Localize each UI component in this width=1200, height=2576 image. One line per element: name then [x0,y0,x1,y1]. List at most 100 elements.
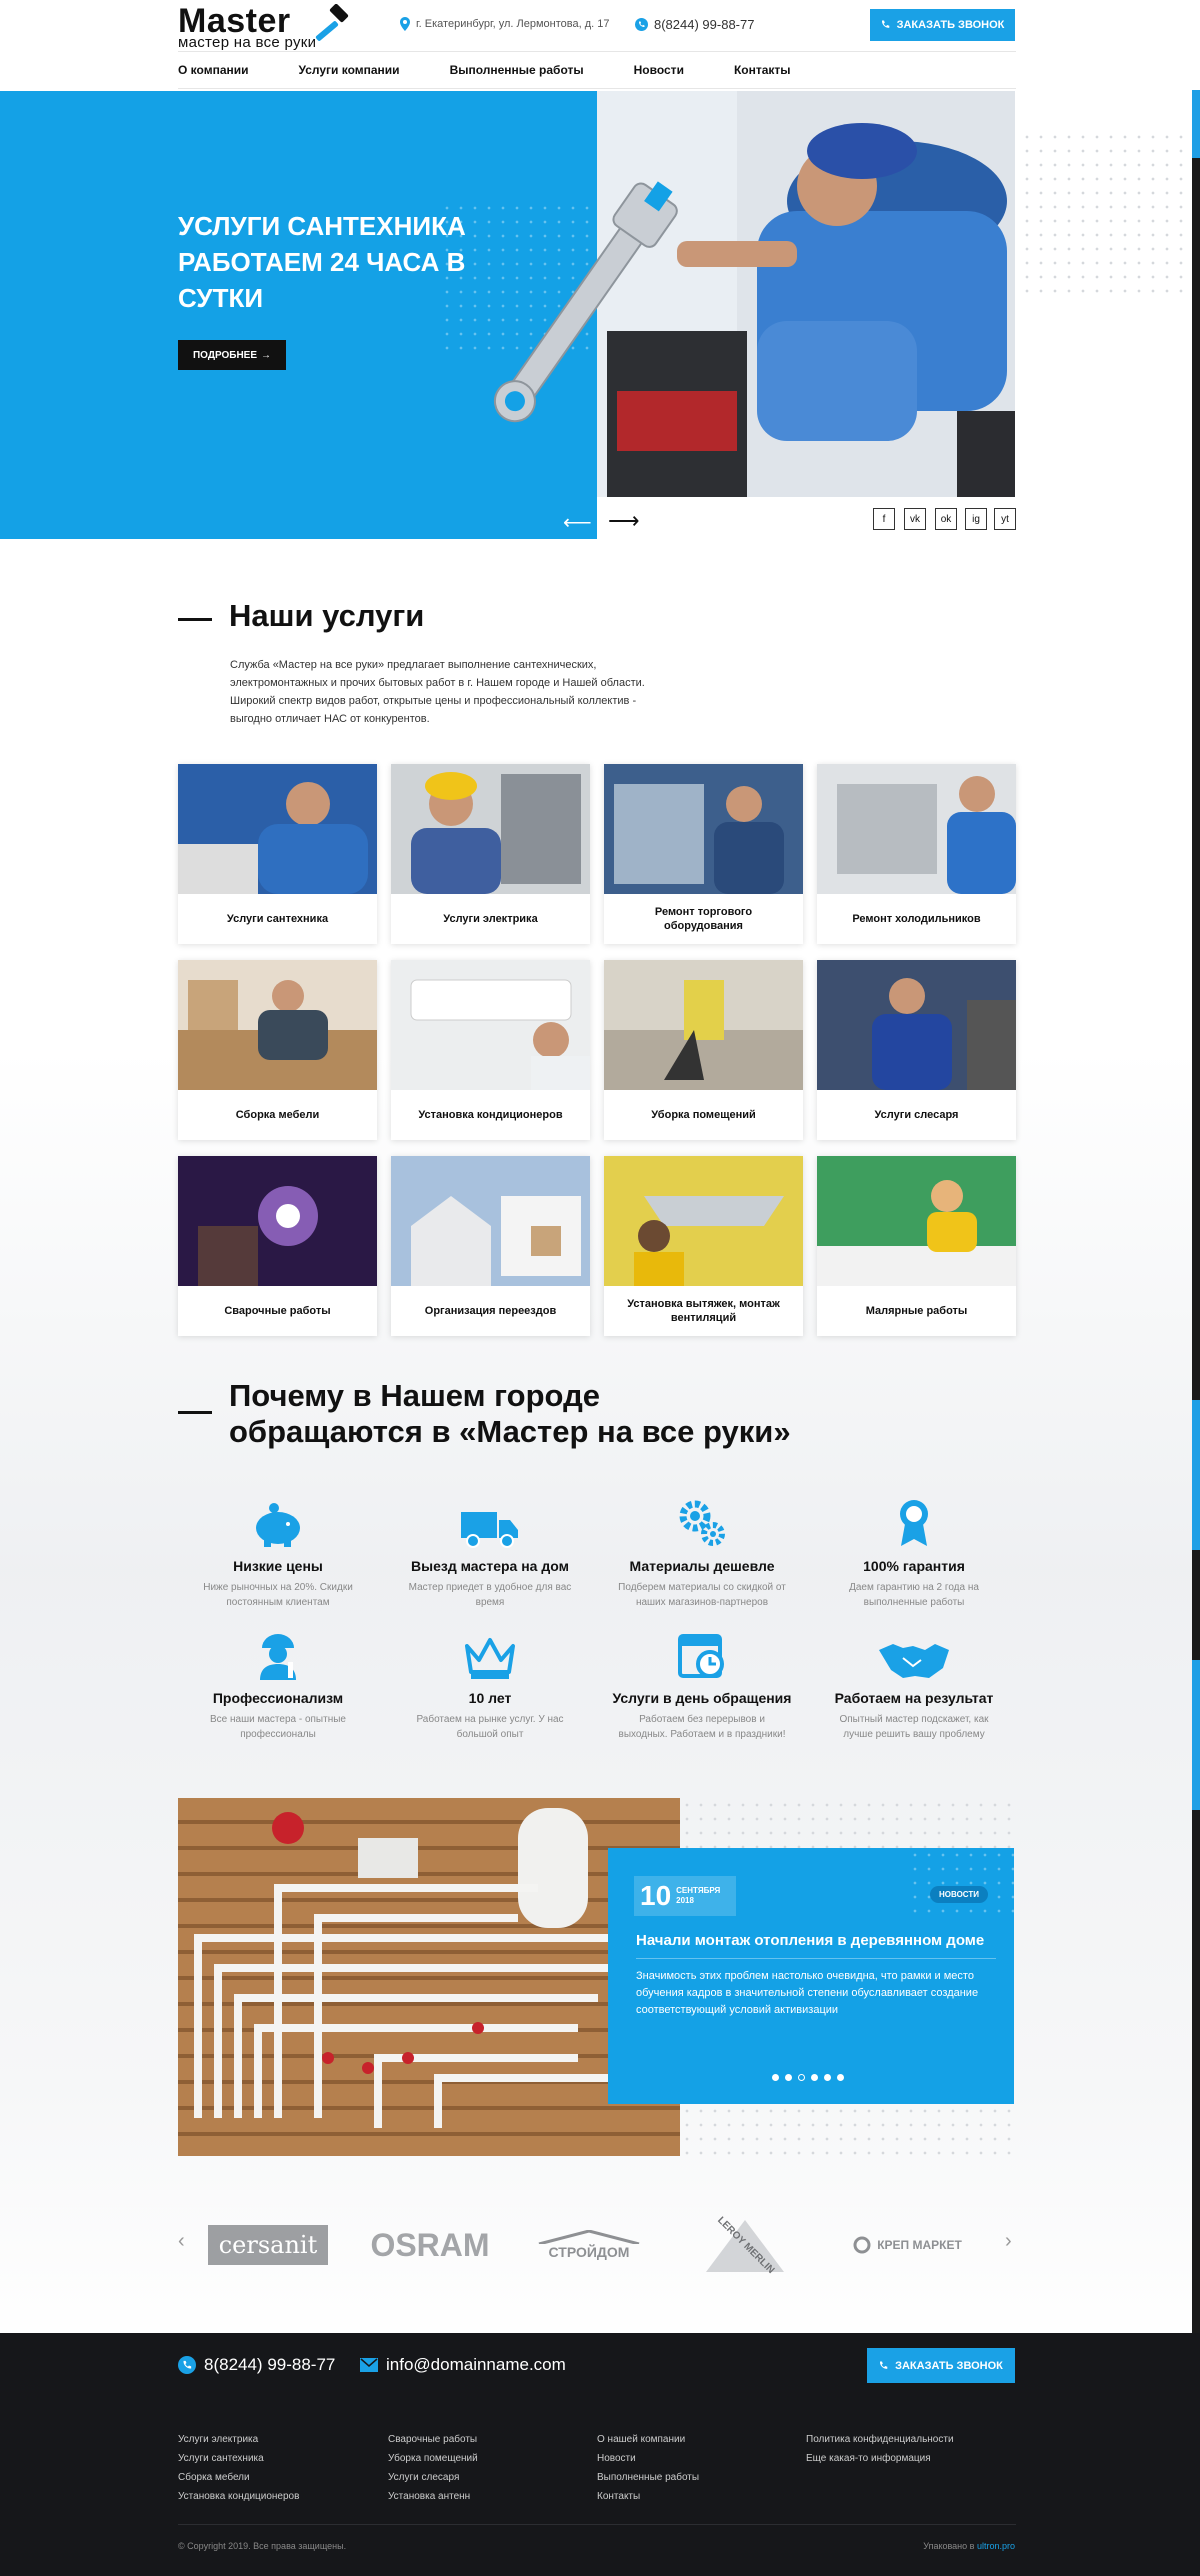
why-item: Работаем на результат Опытный мастер под… [809,1620,1019,1742]
award-icon [900,1500,928,1546]
why-item: Профессионализм Все наши мастера - опытн… [173,1620,383,1742]
nav-item-about[interactable]: О компании [178,63,249,77]
footer-link[interactable]: Контакты [597,2487,699,2506]
service-photo [178,1156,377,1286]
hero-more-button[interactable]: ПОДРОБНЕЕ → [178,340,286,370]
footer-link[interactable]: Услуги электрика [178,2430,299,2449]
pagination-dot[interactable] [837,2074,844,2081]
service-label: Услуги слесаря [874,1109,959,1121]
location-pin-icon [400,17,410,31]
why-item: 10 лет Работаем на рынке услуг. У нас бо… [385,1620,595,1742]
nav-item-works[interactable]: Выполненные работы [450,63,584,77]
truck-icon [461,1512,518,1548]
news-heating-photo [178,1798,680,2156]
pagination-dot[interactable] [824,2074,831,2081]
service-label: Сборка мебели [235,1109,320,1121]
header-phone[interactable]: 8(8244) 99-88-77 [635,17,754,32]
service-card[interactable]: Услуги сантехника [178,764,377,944]
slider-prev-arrow[interactable]: ⟵ [563,510,592,535]
service-card[interactable]: Сварочные работы [178,1156,377,1336]
partner-logo-cersanit[interactable]: cersanit [208,2225,328,2265]
service-label: Ремонт торгового оборудования [654,906,753,932]
service-label: Услуги сантехника [226,913,329,925]
service-photo [604,1156,803,1286]
service-card[interactable]: Сборка мебели [178,960,377,1140]
slider-next-arrow[interactable]: ⟶ [608,508,640,534]
order-call-button[interactable]: ЗАКАЗАТЬ ЗВОНОК [870,9,1015,41]
footer-link[interactable]: Выполненные работы [597,2468,699,2487]
partner-logo-krep-market[interactable]: КРЕП МАРКЕТ [845,2225,970,2265]
footer-link[interactable]: Установка антенн [388,2487,478,2506]
nav-item-news[interactable]: Новости [634,63,684,77]
odnoklassniki-icon[interactable]: ok [935,508,957,530]
footer-order-call-button[interactable]: ЗАКАЗАТЬ ЗВОНОК [867,2348,1015,2383]
news-card[interactable]: 10 СЕНТЯБРЯ 2018 НОВОСТИ Начали монтаж о… [608,1848,1014,2104]
why-item: 100% гарантия Даем гарантию на 2 года на… [809,1488,1019,1610]
mail-icon [360,2358,378,2372]
youtube-icon[interactable]: yt [994,508,1016,530]
footer-link[interactable]: Уборка помещений [388,2449,478,2468]
footer-link[interactable]: Сварочные работы [388,2430,478,2449]
why-item: Материалы дешевле Подберем материалы со … [597,1488,807,1610]
footer-column-4: Политика конфиденциальности Еще какая-то… [806,2430,954,2468]
footer-phone[interactable]: 8(8244) 99-88-77 [178,2355,335,2375]
partners-next-arrow[interactable]: › [1005,2230,1012,2253]
main-navigation: О компании Услуги компании Выполненные р… [178,51,1016,89]
crown-icon [465,1638,515,1679]
footer-divider [178,2524,1016,2525]
made-by-link[interactable]: ultron.pro [977,2541,1015,2551]
pagination-dot[interactable] [772,2074,779,2081]
footer-column-3: О нашей компании Новости Выполненные раб… [597,2430,699,2506]
phone-text: 8(8244) 99-88-77 [654,17,755,32]
arrow-right-icon: → [261,349,272,361]
service-card[interactable]: Малярные работы [817,1156,1016,1336]
service-photo [391,764,590,894]
footer-link[interactable]: Новости [597,2449,699,2468]
calendar-clock-icon [678,1634,724,1678]
nav-item-services[interactable]: Услуги компании [299,63,400,77]
partner-logo-osram[interactable]: OSRAM [365,2225,495,2265]
why-item: Выезд мастера на дом Мастер приедет в уд… [385,1488,595,1610]
footer-link[interactable]: Политика конфиденциальности [806,2430,954,2449]
services-description: Служба «Мастер на все руки» предлагает в… [230,659,645,725]
instagram-icon[interactable]: ig [965,508,987,530]
facebook-icon[interactable]: f [873,508,895,530]
footer-link[interactable]: О нашей компании [597,2430,699,2449]
service-card[interactable]: Ремонт торгового оборудования [604,764,803,944]
footer-link[interactable]: Услуги сантехника [178,2449,299,2468]
nav-item-contacts[interactable]: Контакты [734,63,791,77]
partners-prev-arrow[interactable]: ‹ [178,2230,185,2253]
news-title[interactable]: Начали монтаж отопления в деревянном дом… [636,1932,996,1949]
handshake-icon [879,1644,949,1678]
footer-column-2: Сварочные работы Уборка помещений Услуги… [388,2430,478,2506]
phone-icon [881,20,889,28]
news-date: 10 СЕНТЯБРЯ 2018 [634,1876,736,1916]
wrench-icon [470,160,690,465]
footer-link[interactable]: Услуги слесаря [388,2468,478,2487]
footer-email[interactable]: info@domainname.com [360,2355,566,2375]
service-card[interactable]: Установка кондиционеров [391,960,590,1140]
service-card[interactable]: Уборка помещений [604,960,803,1140]
service-card[interactable]: Услуги электрика [391,764,590,944]
service-card[interactable]: Организация переездов [391,1156,590,1336]
footer-column-1: Услуги электрика Услуги сантехника Сборк… [178,2430,299,2506]
partner-logo-stroydom[interactable]: СТРОЙДОМ [525,2225,653,2265]
pagination-dot[interactable] [785,2074,792,2081]
footer-link[interactable]: Еще какая-то информация [806,2449,954,2468]
partner-logo-leroy-merlin[interactable]: LEROY MERLIN [700,2215,790,2276]
pagination-dot-active[interactable] [798,2074,805,2081]
viber-icon [178,2356,196,2374]
why-title: Почему в Нашем городе обращаются в «Маст… [229,1378,791,1449]
pagination-dot[interactable] [811,2074,818,2081]
service-card[interactable]: Установка вытяжек, монтаж вентиляций [604,1156,803,1336]
gears-icon [679,1500,725,1546]
vk-icon[interactable]: vk [904,508,926,530]
why-item: Низкие цены Ниже рыночных на 20%. Скидки… [173,1488,383,1610]
service-label: Услуги электрика [443,913,538,925]
hero-title: УСЛУГИ САНТЕХНИКА РАБОТАЕМ 24 ЧАСА В СУТ… [178,211,466,313]
footer-link[interactable]: Установка кондиционеров [178,2487,299,2506]
service-card[interactable]: Услуги слесаря [817,960,1016,1140]
footer-link[interactable]: Сборка мебели [178,2468,299,2487]
service-card[interactable]: Ремонт холодильников [817,764,1016,944]
header-address: г. Екатеринбург, ул. Лермонтова, д. 17 [400,17,610,31]
